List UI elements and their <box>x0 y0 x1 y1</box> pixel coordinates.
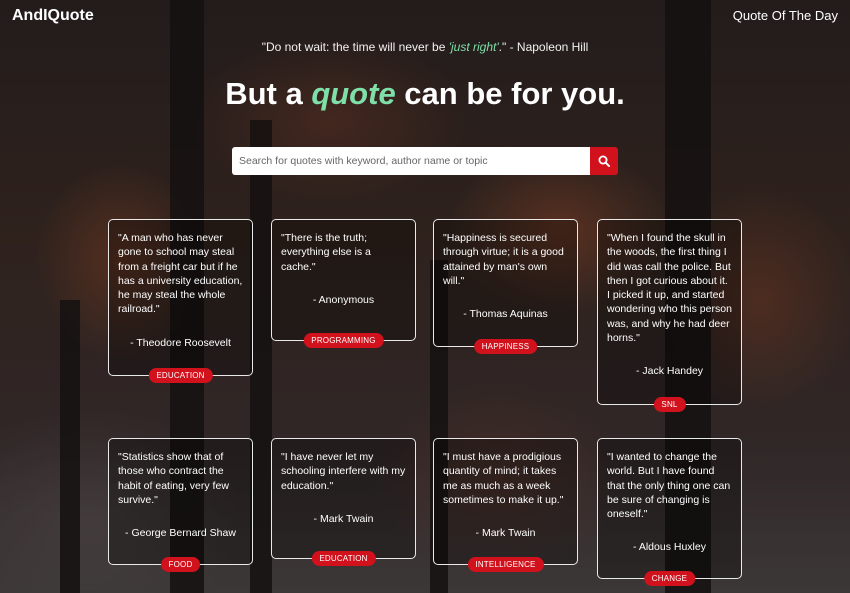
quote-card[interactable]: "When I found the skull in the woods, th… <box>597 219 742 412</box>
headline-before: But a <box>225 76 312 111</box>
quote-card[interactable]: "There is the truth; everything else is … <box>271 219 416 348</box>
quote-card[interactable]: "Statistics show that of those who contr… <box>108 438 253 572</box>
quote-author: - Jack Handey <box>635 365 704 378</box>
motto-text-before: "Do not wait: the time will never be <box>261 40 449 54</box>
quote-text: "When I found the skull in the woods, th… <box>607 232 732 345</box>
quote-tag[interactable]: CHANGE <box>643 571 696 586</box>
brand-logo[interactable]: AndIQuote <box>12 7 94 25</box>
quote-card[interactable]: "I wanted to change the world. But I hav… <box>597 438 742 586</box>
quote-text: "I have never let my schooling interfere… <box>281 451 406 492</box>
headline-after: can be for you. <box>395 76 625 111</box>
quote-card[interactable]: "I must have a prodigious quantity of mi… <box>433 438 578 572</box>
quote-author: - Thomas Aquinas <box>463 308 548 321</box>
quote-card[interactable]: "Happiness is secured through virtue; it… <box>433 219 578 354</box>
quote-tag[interactable]: SNL <box>653 397 686 412</box>
quote-author: - Aldous Huxley <box>633 541 706 554</box>
quote-card[interactable]: "I have never let my schooling interfere… <box>271 438 416 566</box>
quote-tag[interactable]: HAPPINESS <box>473 339 538 354</box>
quote-text: "Happiness is secured through virtue; it… <box>443 232 564 287</box>
quote-tag[interactable]: EDUCATION <box>148 368 213 383</box>
search-input[interactable] <box>232 147 590 175</box>
quote-tag[interactable]: EDUCATION <box>311 551 376 566</box>
quote-text: "There is the truth; everything else is … <box>281 232 371 273</box>
quote-author: - Theodore Roosevelt <box>130 336 231 349</box>
headline-accent: quote <box>311 76 396 111</box>
quote-card[interactable]: "A man who has never gone to school may … <box>108 219 253 383</box>
quote-author: - George Bernard Shaw <box>125 527 236 540</box>
motto-quote: "Do not wait: the time will never be 'ju… <box>0 40 850 54</box>
search-bar <box>232 147 618 175</box>
quote-text: "I wanted to change the world. But I hav… <box>607 451 731 521</box>
motto-text-after: ." - Napoleon Hill <box>498 40 589 54</box>
page-headline: But a quote can be for you. <box>0 76 850 112</box>
search-button[interactable] <box>590 147 618 175</box>
nav-quote-of-the-day[interactable]: Quote Of The Day <box>733 8 838 23</box>
quote-tag[interactable]: INTELLIGENCE <box>467 557 544 572</box>
quote-author: - Mark Twain <box>313 512 374 525</box>
quote-text: "Statistics show that of those who contr… <box>118 451 229 506</box>
quote-tag[interactable]: PROGRAMMING <box>303 333 384 348</box>
quote-text: "A man who has never gone to school may … <box>118 232 243 316</box>
quote-text: "I must have a prodigious quantity of mi… <box>443 451 564 506</box>
search-icon <box>598 155 610 167</box>
motto-emphasis: 'just right' <box>448 40 499 54</box>
quote-tag[interactable]: FOOD <box>160 557 201 572</box>
quote-author: - Anonymous <box>312 293 375 306</box>
quote-author: - Mark Twain <box>475 527 536 540</box>
